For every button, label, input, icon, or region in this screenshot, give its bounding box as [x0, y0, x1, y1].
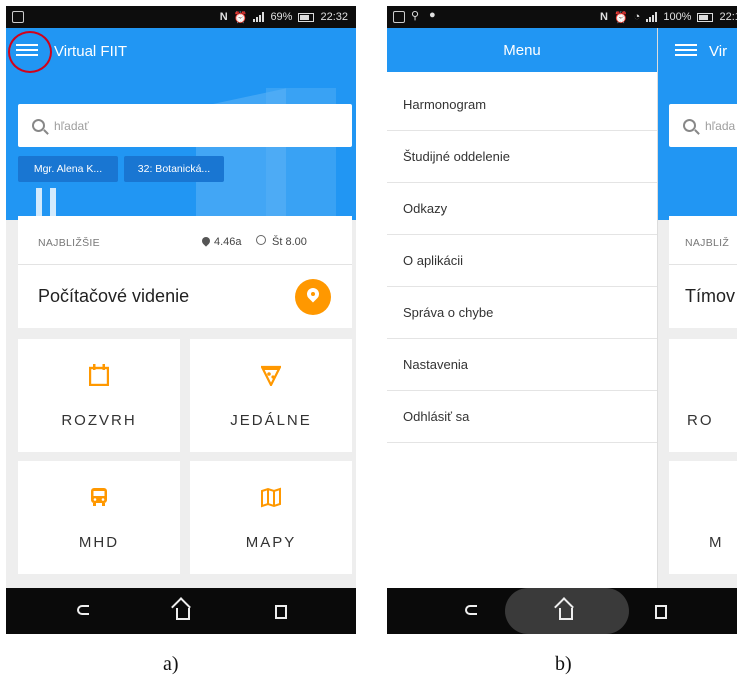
back-icon[interactable] — [77, 605, 89, 615]
app-title: Virtual FIIT — [54, 43, 128, 60]
tile-label: M — [709, 534, 724, 551]
next-lecture-card[interactable]: NAJBLIŽŠIE 4.46a Št 8.00 Počítačové vide… — [18, 216, 352, 328]
menu-item-studijne-oddelenie[interactable]: Študijné oddelenie — [387, 131, 657, 183]
lecture-title: Počítačové videnie — [38, 286, 190, 306]
calendar-icon — [89, 364, 109, 386]
location-pin-icon — [200, 235, 212, 247]
highlight-circle — [8, 31, 52, 73]
alarm-icon: ⏰ — [613, 11, 628, 24]
next-label: NAJBLIŽŠIE — [38, 237, 100, 249]
clock-icon — [256, 235, 266, 245]
stop-chip[interactable]: 32: Botanická... — [124, 156, 224, 182]
back-icon[interactable] — [465, 605, 477, 615]
search-placeholder: hľada — [705, 118, 736, 133]
android-nav-bar — [387, 588, 737, 634]
menu-item-odhlasit-sa[interactable]: Odhlásiť sa — [387, 391, 657, 443]
tile-jedalne[interactable]: JEDÁLNE — [190, 339, 352, 452]
tile-mapy[interactable]: MAPY — [190, 461, 352, 574]
status-time: 22:32 — [320, 11, 348, 23]
alarm-icon: ⏰ — [233, 11, 248, 24]
tile-rozvrh[interactable]: ROZVRH — [18, 339, 180, 452]
home-icon[interactable] — [176, 608, 190, 620]
tile-rozvrh-peek[interactable]: RO — [669, 339, 737, 452]
search-icon — [32, 119, 45, 132]
lecture-title: Tímov — [685, 286, 736, 306]
battery-icon — [697, 12, 714, 22]
map-icon — [261, 487, 281, 508]
usb-icon: ⚲ — [411, 10, 420, 22]
bus-icon — [91, 488, 107, 506]
caption-b: b) — [555, 653, 572, 675]
divider — [669, 264, 737, 265]
search-icon — [683, 119, 696, 132]
tile-mhd-peek[interactable]: M — [669, 461, 737, 574]
app-title-peek: Vir — [709, 43, 728, 60]
menu-item-odkazy[interactable]: Odkazy — [387, 183, 657, 235]
lecture-time: Št 8.00 — [272, 236, 307, 248]
teacher-chip[interactable]: Mgr. Alena K... — [18, 156, 118, 182]
menu-item-nastavenia[interactable]: Nastavenia — [387, 339, 657, 391]
search-placeholder: hľadať — [54, 118, 89, 133]
caption-a: a) — [163, 653, 179, 675]
battery-percent: 100% — [663, 11, 692, 23]
app-header: Virtual FIIT hľadať Mgr. Alena K... 32: … — [6, 28, 356, 220]
recent-apps-icon[interactable] — [655, 605, 667, 619]
home-icon[interactable] — [559, 608, 573, 620]
pizza-icon — [261, 365, 281, 386]
signal-icon — [646, 12, 658, 22]
search-input-peek[interactable]: hľada — [669, 104, 737, 147]
status-bar: N ⏰ 69% 22:32 — [6, 6, 356, 28]
next-lecture-card-peek[interactable]: NAJBLIŽ Tímov — [669, 216, 737, 328]
nfc-icon: N — [600, 11, 608, 23]
next-label: NAJBLIŽ — [685, 237, 730, 249]
tile-label: JEDÁLNE — [230, 412, 312, 429]
nfc-icon: N — [219, 11, 228, 23]
android-icon: ● — [429, 9, 436, 21]
wifi-icon: ◔ — [633, 11, 641, 23]
screenshot-icon — [12, 11, 24, 23]
search-input[interactable]: hľadať — [18, 104, 352, 147]
menu-item-harmonogram[interactable]: Harmonogram — [387, 79, 657, 131]
battery-icon — [298, 12, 315, 22]
drawer-title: Menu — [387, 28, 657, 72]
room-value: 4.46a — [214, 236, 242, 248]
battery-percent: 69% — [270, 11, 293, 23]
navigation-drawer: Menu Harmonogram Študijné oddelenie Odka… — [387, 28, 658, 588]
status-bar: ⚲ ● N ⏰ ◔ 100% 22:16 — [387, 6, 737, 28]
debug-icon — [393, 11, 405, 23]
menu-item-sprava-o-chybe[interactable]: Správa o chybe — [387, 287, 657, 339]
menu-icon[interactable] — [675, 41, 697, 59]
recent-apps-icon[interactable] — [275, 605, 287, 619]
tile-label: MHD — [78, 534, 120, 551]
navigate-location-button[interactable] — [295, 279, 331, 315]
status-time: 22:16 — [719, 11, 737, 23]
screen-b: ⚲ ● N ⏰ ◔ 100% 22:16 Vir hľada NAJBLIŽ T… — [387, 6, 737, 634]
tile-label: ROZVRH — [61, 412, 137, 429]
tile-label: MAPY — [245, 534, 297, 551]
tile-label: RO — [687, 412, 714, 429]
signal-icon — [253, 12, 265, 22]
android-nav-bar — [6, 588, 356, 634]
tile-mhd[interactable]: MHD — [18, 461, 180, 574]
divider — [18, 264, 352, 265]
screen-a: N ⏰ 69% 22:32 Virtual FIIT hľadať Mgr. A… — [6, 6, 356, 634]
menu-item-o-aplikacii[interactable]: O aplikácii — [387, 235, 657, 287]
